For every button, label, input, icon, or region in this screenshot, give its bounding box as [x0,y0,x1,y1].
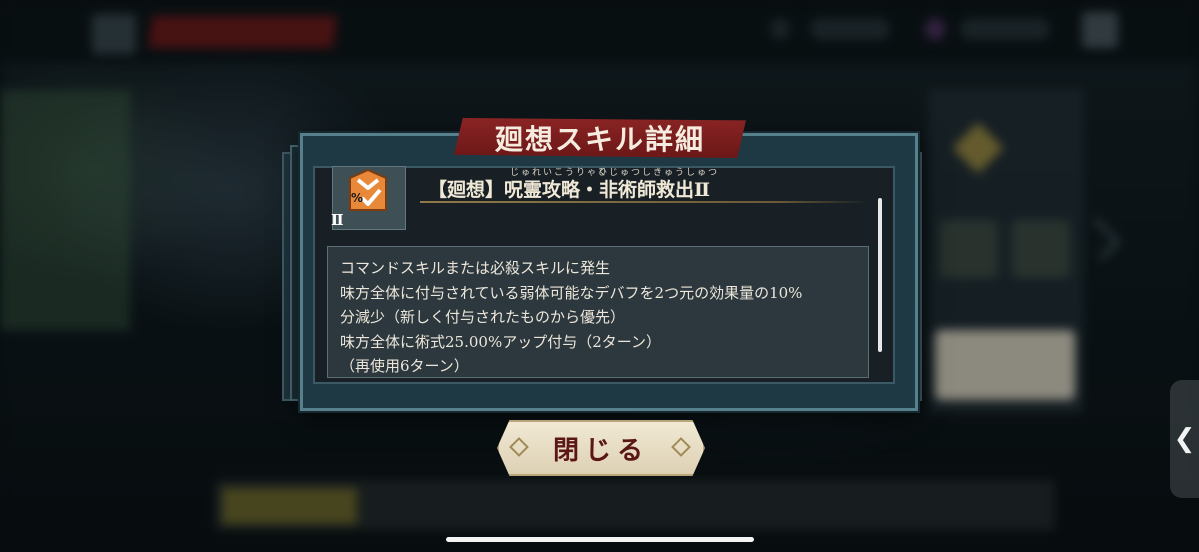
close-button-label: 閉じる [552,435,649,466]
home-indicator[interactable] [446,537,754,542]
description-scrollbar[interactable] [878,198,882,352]
dialog-title: 廻想スキル詳細 [494,123,705,156]
skill-name-divider [420,201,868,203]
description-line: コマンドスキルまたは必殺スキルに発生 [340,259,611,277]
description-line: 味方全体に付与されている弱体可能なデバフを2つ元の効果量の10% [340,284,803,302]
side-panel-handle[interactable]: ❮ [1170,380,1199,498]
skill-rank: Ⅱ [331,211,344,229]
skill-name: 【廻想】呪霊攻略・非術師救出Ⅱ [428,179,711,201]
description-line: 分減少（新しく付与されたものから優先） [340,308,626,326]
chevron-left-icon: ❮ [1173,424,1196,454]
description-line: 味方全体に術式25.00%アップ付与（2ターン） [340,333,661,351]
skill-icon-symbol: % [351,191,363,205]
debuff-reduction-icon: % [349,168,387,211]
description-line: （再使用6ターン） [340,357,469,375]
